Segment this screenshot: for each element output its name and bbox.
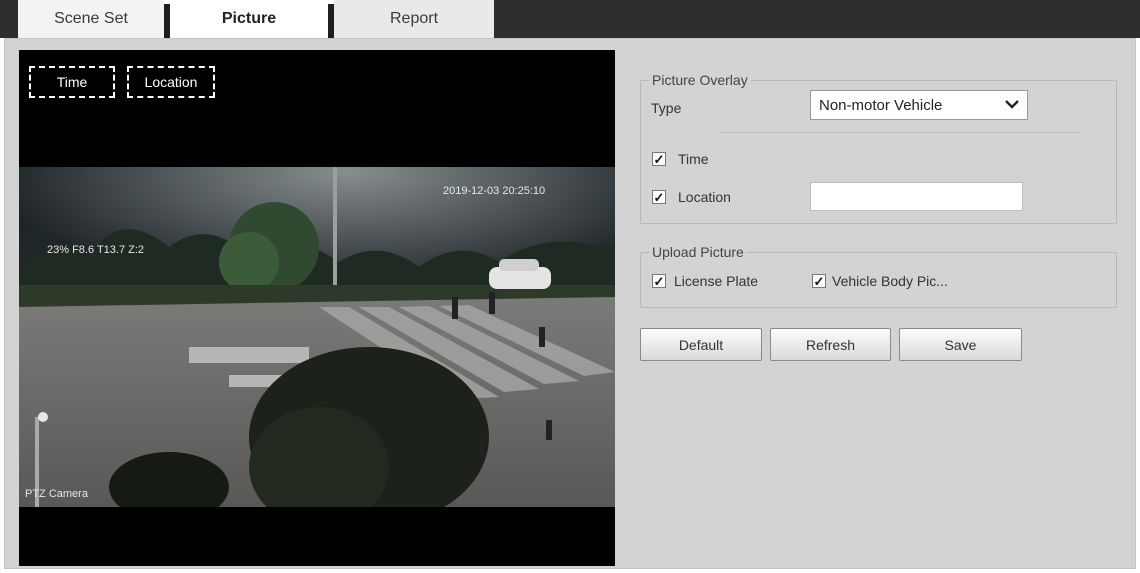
type-select[interactable]: Non-motor Vehicle: [810, 90, 1028, 120]
osd-location-box[interactable]: Location: [127, 66, 215, 98]
license-plate-checkbox[interactable]: ✓: [652, 274, 666, 288]
default-button[interactable]: Default: [640, 328, 762, 361]
osd-time-box[interactable]: Time: [29, 66, 115, 98]
camera-scene-image: 2019-12-03 20:25:10 23% F8.6 T13.7 Z:2 P…: [19, 167, 615, 507]
overlay-divider: [720, 132, 1080, 133]
osd-time-label: Time: [56, 74, 88, 90]
tab-scene-set-label: Scene Set: [54, 10, 128, 27]
type-label: Type: [651, 100, 682, 116]
time-label: Time: [678, 151, 709, 167]
refresh-button[interactable]: Refresh: [770, 328, 891, 361]
osd-location-label: Location: [144, 74, 198, 90]
location-checkbox[interactable]: ✓: [652, 190, 666, 204]
vehicle-body-checkbox[interactable]: ✓: [812, 274, 826, 288]
osd-ptz-info: 23% F8.6 T13.7 Z:2: [47, 244, 144, 256]
tab-bar: Scene Set Picture Report: [0, 0, 1140, 38]
tab-report[interactable]: Report: [334, 0, 494, 38]
time-checkbox[interactable]: ✓: [652, 152, 666, 166]
location-input[interactable]: [810, 182, 1023, 211]
tabbar-fill: [494, 0, 1140, 38]
video-preview[interactable]: Time Location 2019-12-03 20:25:10 23% F8…: [19, 50, 615, 566]
chevron-down-icon: [1005, 100, 1019, 109]
license-plate-label: License Plate: [674, 273, 759, 289]
tab-report-label: Report: [389, 10, 439, 27]
tab-picture[interactable]: Picture: [170, 0, 328, 38]
tab-picture-label: Picture: [221, 10, 277, 27]
osd-camera-name: PTZ Camera: [25, 488, 89, 500]
tab-scene-set[interactable]: Scene Set: [18, 0, 164, 38]
vehicle-body-label: Vehicle Body Pic...: [832, 273, 948, 289]
picture-overlay-legend: Picture Overlay: [652, 72, 748, 88]
type-select-value: Non-motor Vehicle: [819, 96, 943, 114]
location-label: Location: [678, 189, 731, 205]
save-button[interactable]: Save: [899, 328, 1022, 361]
osd-timestamp: 2019-12-03 20:25:10: [443, 185, 545, 197]
upload-picture-legend: Upload Picture: [652, 244, 744, 260]
tabbar-edge: [0, 0, 18, 38]
